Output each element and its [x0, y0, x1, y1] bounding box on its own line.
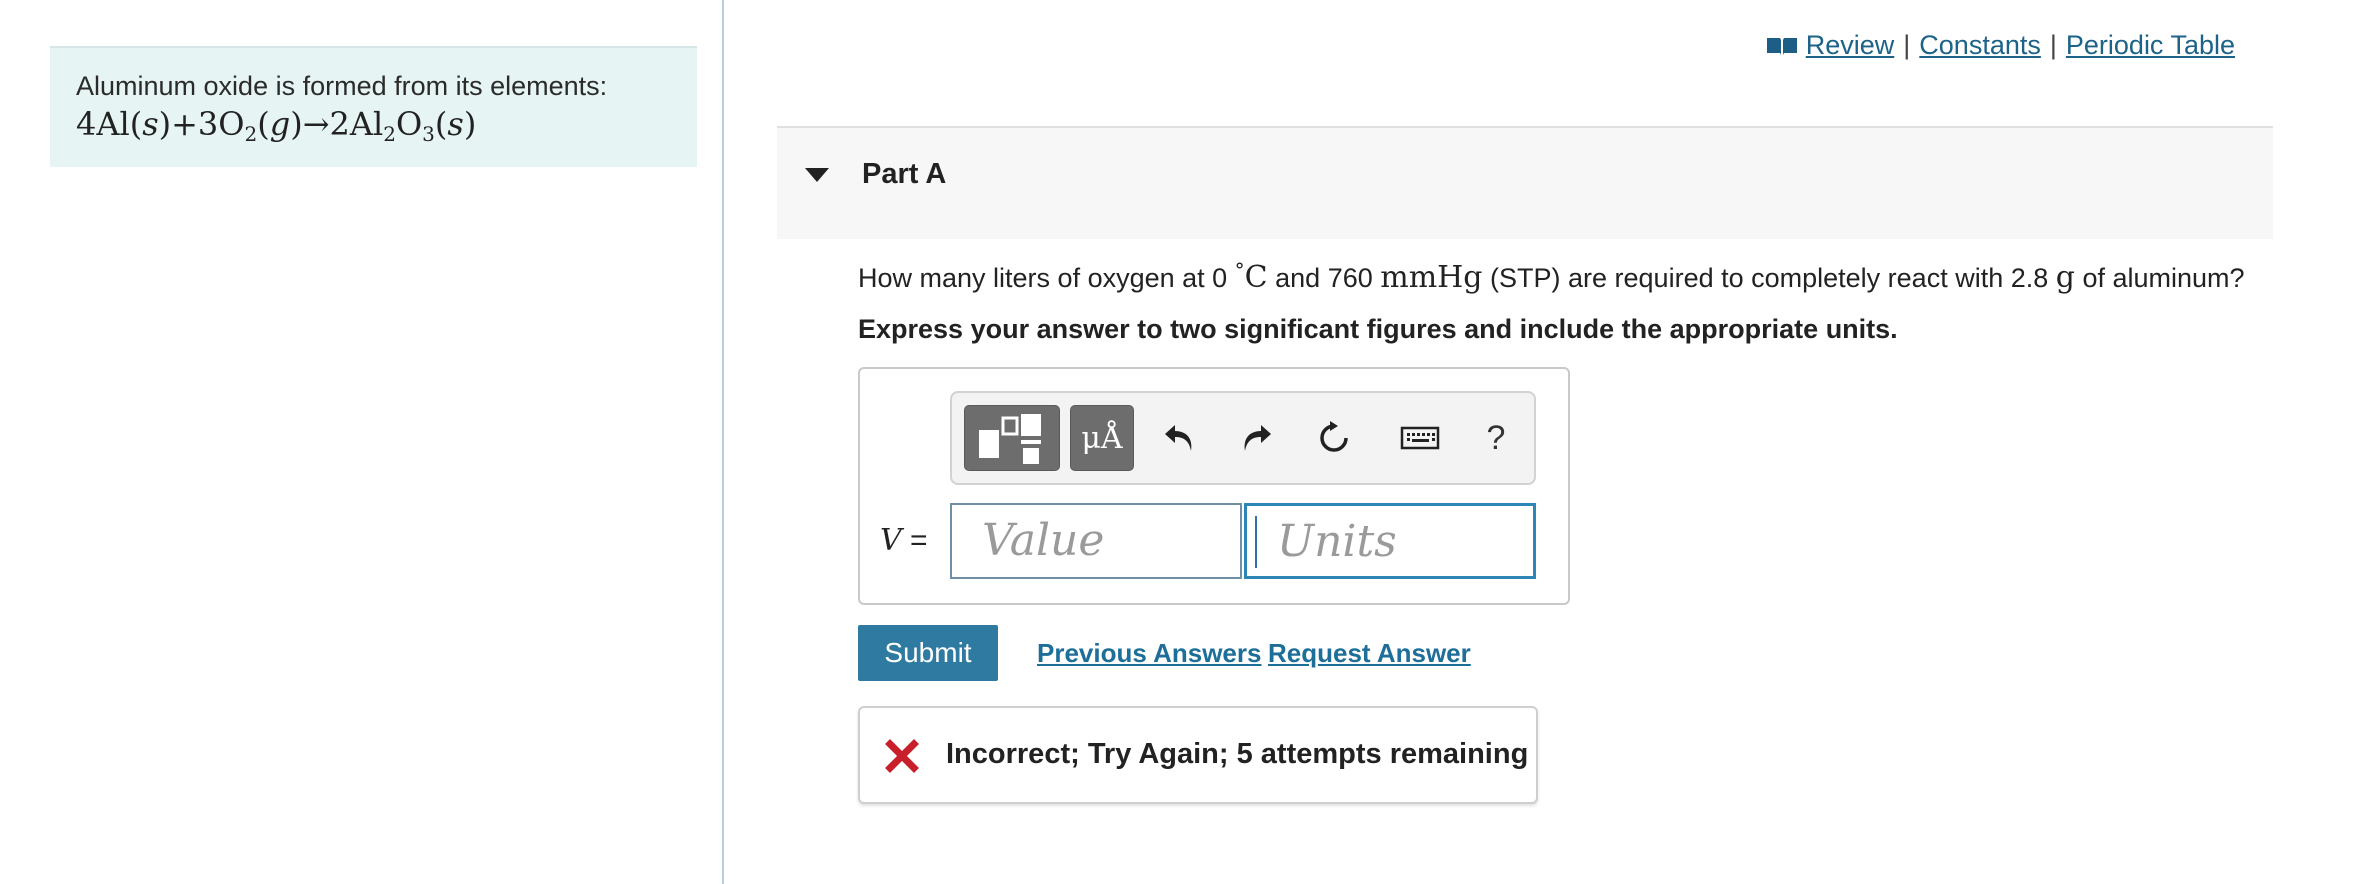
question-text: How many liters of oxygen at 0 °C and 76… [858, 258, 2245, 295]
answer-box: μÅ ? V = Value Units [858, 367, 1570, 605]
value-input[interactable]: Value [950, 503, 1242, 579]
units-input[interactable]: Units [1244, 503, 1536, 579]
periodic-table-link[interactable]: Periodic Table [2066, 30, 2235, 61]
answer-instruction: Express your answer to two significant f… [858, 314, 1898, 344]
feedback-box: Incorrect; Try Again; 5 attempts remaini… [858, 706, 1538, 804]
units-placeholder: Units [1277, 516, 1397, 567]
reset-icon[interactable] [1306, 409, 1362, 467]
submit-button[interactable]: Submit [858, 625, 998, 681]
undo-icon[interactable] [1152, 409, 1208, 467]
link-separator: | [1903, 30, 1911, 60]
constants-link[interactable]: Constants [1919, 30, 2041, 61]
intro-text: Aluminum oxide is formed from its elemen… [76, 71, 608, 101]
request-answer-link[interactable]: Request Answer [1268, 638, 1471, 669]
math-toolbar: μÅ ? [950, 391, 1536, 485]
collapse-caret-icon[interactable] [805, 168, 829, 182]
review-link[interactable]: Review [1806, 30, 1895, 61]
chemical-equation: 4Al(s)+3O2(g)→2Al2O3(s) [76, 105, 477, 146]
book-icon [1766, 37, 1797, 55]
previous-answers-link[interactable]: Previous Answers [1037, 638, 1261, 669]
part-title: Part A [862, 158, 947, 190]
templates-button[interactable] [964, 405, 1060, 471]
part-a-header[interactable]: Part A [777, 126, 2273, 239]
intro-box: Aluminum oxide is formed from its elemen… [50, 46, 697, 167]
templates-icon [979, 414, 1041, 464]
units-button[interactable]: μÅ [1070, 405, 1134, 471]
answer-variable-label: V = [880, 523, 928, 558]
incorrect-x-icon [885, 739, 919, 773]
resource-links: Review | Constants | Periodic Table [1766, 30, 2235, 61]
link-separator: | [2049, 30, 2057, 60]
help-button[interactable]: ? [1468, 409, 1524, 467]
feedback-message: Incorrect; Try Again; 5 attempts remaini… [946, 738, 1529, 770]
redo-icon[interactable] [1228, 409, 1284, 467]
text-cursor [1255, 516, 1257, 568]
keyboard-icon[interactable] [1392, 409, 1448, 467]
problem-intro-pane: Aluminum oxide is formed from its elemen… [0, 0, 724, 884]
